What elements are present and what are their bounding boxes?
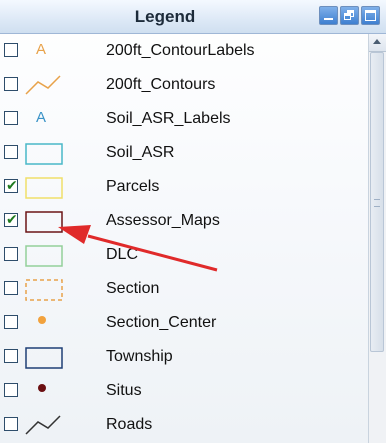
legend-window: Legend A 200ft_ContourLabels 200ft_Contour…: [0, 0, 386, 443]
legend-item-roads: Roads: [0, 408, 368, 442]
scroll-grip-icon: [374, 199, 380, 207]
legend-item-section-center: Section_Center: [0, 306, 368, 340]
layer-visibility-checkbox[interactable]: [4, 417, 18, 431]
layer-visibility-checkbox[interactable]: ✔: [4, 177, 18, 193]
window-controls: [319, 6, 380, 25]
line-symbol-icon: [24, 412, 94, 438]
layer-visibility-checkbox[interactable]: [4, 383, 18, 397]
layer-label: Section: [106, 280, 160, 297]
legend-item-situs: Situs: [0, 374, 368, 408]
polygon-symbol-icon: [24, 344, 94, 370]
legend-item-township: Township: [0, 340, 368, 374]
layer-label: 200ft_ContourLabels: [106, 42, 255, 59]
svg-text:A: A: [36, 41, 46, 58]
legend-item-200ft-contours: 200ft_Contours: [0, 68, 368, 102]
maximize-icon[interactable]: [361, 6, 380, 25]
layer-label: Soil_ASR_Labels: [106, 110, 231, 127]
polygon-symbol-icon: [24, 140, 94, 166]
layer-label: Situs: [106, 382, 142, 399]
layer-label: 200ft_Contours: [106, 76, 216, 93]
polygon-symbol-icon: [24, 174, 94, 200]
legend-list: A 200ft_ContourLabels 200ft_Contours A Soil_…: [0, 34, 368, 443]
restore-icon[interactable]: [340, 6, 359, 25]
layer-label: DLC: [106, 246, 139, 263]
line-symbol-icon: [24, 72, 94, 98]
layer-visibility-checkbox[interactable]: [4, 349, 18, 363]
text-label-symbol-icon: A: [24, 106, 94, 132]
legend-item-dlc: DLC: [0, 238, 368, 272]
checkmark-icon: ✔: [6, 177, 18, 193]
legend-item-assessor-maps: ✔ Assessor_Maps: [0, 204, 368, 238]
layer-visibility-checkbox[interactable]: [4, 77, 18, 91]
title-bar[interactable]: Legend: [0, 0, 386, 34]
layer-visibility-checkbox[interactable]: [4, 247, 18, 261]
legend-item-section: Section: [0, 272, 368, 306]
checkmark-icon: ✔: [6, 211, 18, 227]
layer-label: Section_Center: [106, 314, 217, 331]
legend-item-soil-asr: Soil_ASR: [0, 136, 368, 170]
polygon-symbol-icon: [24, 242, 94, 268]
legend-item-parcels: ✔ Parcels: [0, 170, 368, 204]
point-symbol-icon: [24, 378, 94, 404]
window-title: Legend: [134, 7, 196, 26]
vertical-scrollbar[interactable]: [368, 34, 386, 443]
layer-visibility-checkbox[interactable]: [4, 315, 18, 329]
layer-label: Parcels: [106, 178, 160, 195]
layer-visibility-checkbox[interactable]: [4, 281, 18, 295]
point-symbol-icon: [24, 310, 94, 336]
layer-visibility-checkbox[interactable]: ✔: [4, 211, 18, 227]
polygon-symbol-icon: [24, 208, 94, 234]
layer-visibility-checkbox[interactable]: [4, 145, 18, 159]
scroll-thumb[interactable]: [370, 52, 384, 352]
legend-item-soil-asr-labels: A Soil_ASR_Labels: [0, 102, 368, 136]
minimize-icon[interactable]: [319, 6, 338, 25]
text-label-symbol-icon: A: [24, 38, 94, 64]
svg-text:A: A: [36, 109, 46, 126]
scroll-up-icon[interactable]: [369, 34, 386, 52]
layer-label: Assessor_Maps: [106, 212, 220, 229]
layer-visibility-checkbox[interactable]: [4, 43, 18, 57]
layer-label: Soil_ASR: [106, 144, 175, 161]
layer-label: Roads: [106, 416, 153, 433]
layer-label: Township: [106, 348, 173, 365]
legend-item-200ft-contourlabels: A 200ft_ContourLabels: [0, 34, 368, 68]
dashed-polygon-symbol-icon: [24, 276, 94, 302]
layer-visibility-checkbox[interactable]: [4, 111, 18, 125]
